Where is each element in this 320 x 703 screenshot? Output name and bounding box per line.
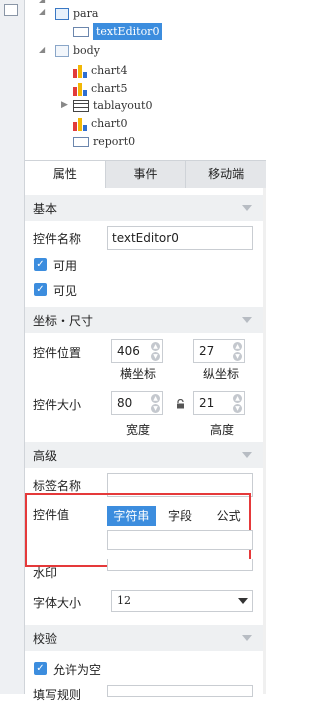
x-caption: 横坐标	[120, 367, 157, 381]
collapse-icon[interactable]: ◢	[39, 0, 47, 4]
allow-empty-checkbox[interactable]: ✓	[34, 662, 47, 675]
decrement-icon[interactable]: ▼	[233, 352, 242, 361]
chevron-down-icon	[242, 317, 252, 323]
size-label: 控件大小	[33, 398, 82, 412]
tree-node-report0[interactable]: report0	[73, 133, 135, 150]
report-icon	[73, 136, 89, 147]
chevron-down-icon	[242, 205, 252, 211]
tree-node-chart5[interactable]: chart5	[73, 80, 127, 97]
fill-rule-input[interactable]	[107, 685, 253, 697]
lock-icon[interactable]	[176, 398, 185, 409]
tree-node-chart4[interactable]: chart4	[73, 62, 127, 79]
increment-icon[interactable]: ▲	[233, 394, 242, 403]
chart-icon	[73, 64, 87, 78]
y-caption: 纵坐标	[203, 367, 240, 381]
body-icon	[55, 44, 69, 57]
expand-toggle-body[interactable]: ◢	[39, 46, 47, 54]
position-label: 控件位置	[33, 346, 82, 360]
chevron-down-icon	[242, 635, 252, 641]
watermark-label: 水印	[33, 566, 58, 580]
y-position-stepper[interactable]: 27 ▲ ▼	[193, 339, 245, 363]
font-size-select[interactable]: 12	[111, 590, 253, 612]
visible-checkbox[interactable]: ✓	[34, 283, 47, 296]
decrement-icon[interactable]: ▼	[151, 352, 160, 361]
section-validate[interactable]: 校验	[25, 625, 266, 651]
enabled-checkbox[interactable]: ✓	[34, 258, 47, 271]
tab-mobile[interactable]: 移动端	[186, 161, 266, 188]
tab-events[interactable]: 事件	[106, 161, 187, 188]
watermark-input[interactable]	[107, 559, 253, 571]
font-size-label: 字体大小	[33, 596, 82, 610]
widget-name-label: 控件名称	[33, 232, 82, 246]
mode-field-button[interactable]: 字段	[156, 506, 205, 526]
increment-icon[interactable]: ▲	[151, 342, 160, 351]
section-advanced[interactable]: 高级	[25, 442, 266, 468]
property-tabs: 属性 事件 移动端	[25, 160, 266, 189]
chevron-down-icon	[238, 598, 248, 604]
height-stepper[interactable]: 21 ▲ ▼	[193, 391, 245, 415]
visible-label: 可见	[53, 284, 78, 298]
height-caption: 高度	[210, 423, 235, 437]
section-basic[interactable]: 基本	[25, 195, 266, 221]
expand-toggle-para[interactable]: ◢	[39, 8, 47, 16]
property-panel: 基本 控件名称 textEditor0 ✓ 可用 ✓ 可见 坐标・尺寸 控件位置…	[25, 188, 266, 702]
width-caption: 宽度	[126, 423, 151, 437]
mode-formula-button[interactable]: 公式	[204, 506, 253, 526]
expand-arrow-icon[interactable]: ▶	[61, 101, 69, 110]
tab-layout-icon	[73, 99, 89, 112]
tree-node-chart0[interactable]: chart0	[73, 115, 127, 132]
tab-properties[interactable]: 属性	[25, 161, 106, 188]
tree-node-texteditor0[interactable]: textEditor0	[73, 23, 163, 40]
increment-icon[interactable]: ▲	[233, 342, 242, 351]
widget-name-input[interactable]: textEditor0	[107, 226, 253, 250]
width-stepper[interactable]: 80 ▲ ▼	[111, 391, 163, 415]
scrollbar[interactable]	[263, 188, 266, 694]
section-coords[interactable]: 坐标・尺寸	[25, 307, 266, 333]
tag-name-label: 标签名称	[33, 479, 82, 493]
decrement-icon[interactable]: ▼	[233, 404, 242, 413]
tree-node-tablayout0[interactable]: tablayout0	[73, 97, 152, 114]
chart-icon	[73, 117, 87, 131]
chevron-down-icon	[242, 452, 252, 458]
tree-node-body[interactable]: body	[55, 42, 100, 59]
decrement-icon[interactable]: ▼	[151, 404, 160, 413]
value-mode-selector: 字符串 字段 公式	[107, 506, 253, 526]
x-position-stepper[interactable]: 406 ▲ ▼	[111, 339, 163, 363]
widget-tree: ◢ ◢ para textEditor0 ◢ body chart4 chart…	[25, 0, 266, 158]
widget-value-label: 控件值	[33, 508, 70, 522]
para-icon	[55, 7, 69, 20]
panel-icon[interactable]	[4, 4, 18, 16]
allow-empty-label: 允许为空	[53, 663, 102, 677]
tree-node-para[interactable]: para	[55, 5, 98, 22]
increment-icon[interactable]: ▲	[151, 394, 160, 403]
chart-icon	[73, 82, 87, 96]
mode-string-button[interactable]: 字符串	[107, 506, 156, 526]
widget-value-input[interactable]	[107, 530, 253, 550]
left-toolbar	[0, 0, 25, 694]
fill-rule-label: 填写规则	[33, 688, 82, 702]
text-editor-icon	[73, 26, 89, 37]
enabled-label: 可用	[53, 259, 78, 273]
